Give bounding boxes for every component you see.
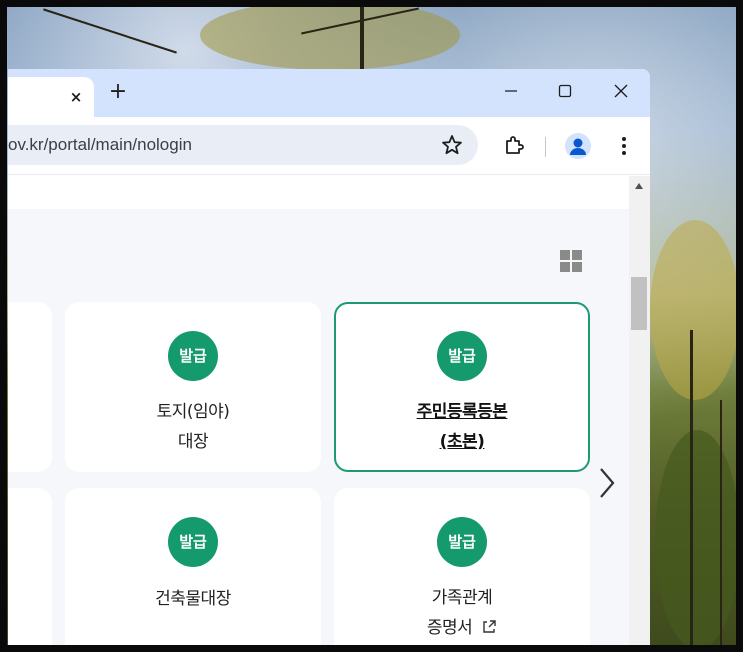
next-arrow-icon[interactable]: [595, 466, 619, 500]
browser-toolbar: ov.kr/portal/main/nologin: [8, 117, 650, 175]
scrollbar-thumb[interactable]: [631, 277, 647, 330]
tree-trunk: [720, 400, 722, 650]
external-link-icon[interactable]: [481, 619, 497, 635]
active-tab[interactable]: ×: [8, 77, 94, 117]
issue-badge: 발급: [168, 331, 218, 381]
issue-badge: 발급: [437, 517, 487, 567]
page-viewport: 발급 토지(임야) 대장 발급 주민등록등본 (초본) 발급 건축물대장 발급 …: [8, 176, 629, 645]
card-label: 가족관계: [431, 588, 493, 608]
extensions-icon[interactable]: [502, 133, 526, 157]
browser-window: × + ov.kr/portal/main/nologin 발급 토지(임야) …: [8, 69, 650, 645]
card-label-with-link: 증명서: [334, 613, 590, 643]
minimize-icon: [505, 90, 517, 92]
tab-close-icon[interactable]: ×: [66, 87, 86, 107]
tree-foliage: [200, 0, 460, 70]
issue-badge: 발급: [437, 331, 487, 381]
card-label: 대장: [177, 432, 209, 452]
new-tab-button[interactable]: +: [106, 81, 130, 105]
scroll-up-arrow-icon[interactable]: [635, 183, 643, 189]
close-window-button[interactable]: [607, 79, 635, 107]
service-card-partial[interactable]: [8, 488, 52, 645]
page-header-band: [8, 176, 629, 209]
service-card-building-register[interactable]: 발급 건축물대장: [65, 488, 321, 645]
bushes: [655, 430, 740, 650]
service-card-partial[interactable]: [8, 302, 52, 472]
service-card-land-register[interactable]: 발급 토지(임야) 대장: [65, 302, 321, 472]
toolbar-separator: [545, 137, 546, 157]
close-icon: [614, 84, 628, 98]
tree-foliage: [650, 220, 740, 400]
service-card-resident-registration[interactable]: 발급 주민등록등본 (초본): [334, 302, 590, 472]
tab-strip: × +: [8, 69, 650, 117]
maximize-button[interactable]: [551, 79, 579, 107]
minimize-button[interactable]: [497, 79, 525, 107]
card-label-text: 증명서: [426, 618, 473, 638]
grid-view-icon[interactable]: [559, 249, 583, 273]
address-bar[interactable]: ov.kr/portal/main/nologin: [8, 125, 478, 165]
card-label[interactable]: (초본): [336, 427, 588, 457]
more-menu-icon[interactable]: [612, 133, 636, 159]
tree-trunk: [690, 330, 693, 650]
service-card-family-certificate[interactable]: 발급 가족관계 증명서: [334, 488, 590, 645]
vertical-scrollbar[interactable]: [629, 176, 650, 645]
tree-trunk: [360, 0, 364, 70]
issue-badge: 발급: [168, 517, 218, 567]
url-text[interactable]: ov.kr/portal/main/nologin: [8, 135, 192, 155]
card-label: 건축물대장: [155, 589, 231, 609]
tree-branch: [43, 8, 177, 54]
profile-avatar-icon[interactable]: [565, 133, 591, 159]
maximize-icon: [558, 84, 572, 98]
card-label: 토지(임야): [156, 402, 230, 422]
bookmark-star-icon[interactable]: [440, 133, 464, 157]
card-label[interactable]: 주민등록등본: [336, 397, 588, 427]
